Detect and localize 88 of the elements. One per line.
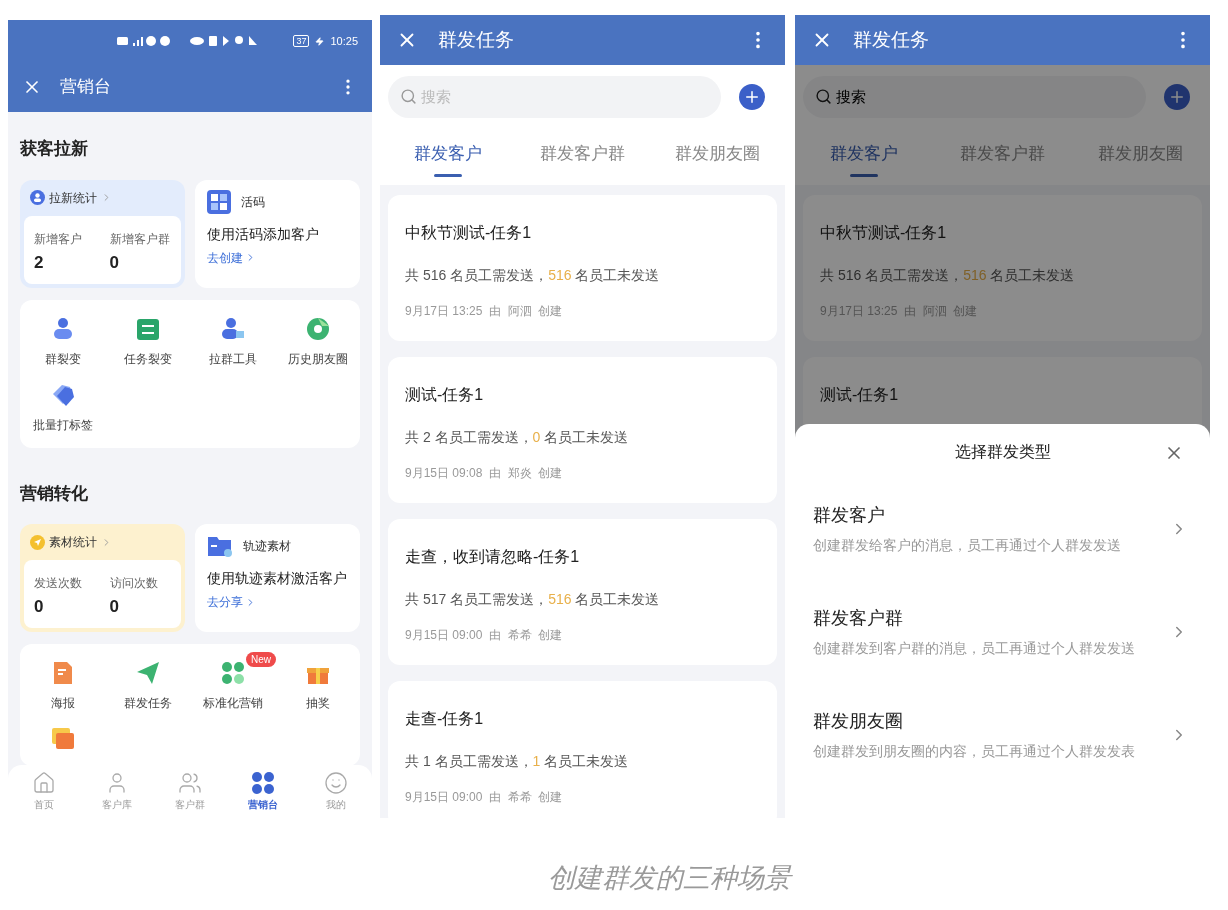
status-time: 10:25 [330,33,358,49]
stat-label: 新增客户 [34,230,83,248]
task-summary: 共 516 名员工需发送，516 名员工未发送 [405,266,660,285]
feature-headline: 使用活码添加客户 [207,224,320,244]
task-title: 走查-任务1 [405,709,484,729]
task-meta: 9月15日 09:00 由 希希 创建 [405,789,563,806]
tool-item[interactable]: 任务裂变 [123,315,172,368]
task-title: 测试-任务1 [405,385,484,405]
task-summary: 共 517 名员工需发送，516 名员工未发送 [405,590,660,609]
task-summary: 共 1 名员工需发送，1 名员工未发送 [405,752,629,771]
stat-value: 0 [109,251,120,274]
tab[interactable]: 群发客户 [380,128,515,179]
screen-title: 群发任务 [438,27,514,52]
qr-code-icon [207,189,231,214]
card-title[interactable]: 素材统计 [49,533,97,551]
feature-card[interactable]: 活码 使用活码添加客户 去创建 [195,179,360,288]
tool-item[interactable]: 群裂变 [44,315,81,368]
screen-title: 营销台 [60,76,111,99]
sheet-title: 选择群发类型 [954,442,1051,462]
tool-item[interactable]: 批量打标签 [32,381,93,434]
sheet-option[interactable]: 群发客户 创建群发给客户的消息，员工再通过个人群发发送 [795,477,1210,580]
feature-name: 活码 [241,193,265,211]
task-title: 中秋节测试-任务1 [405,223,532,243]
search-field[interactable]: 搜索 [803,75,1146,118]
tool-item[interactable]: 群发任务 [123,660,172,712]
caption: 创建群发的三种场景 [547,862,791,895]
search-field[interactable]: 搜索 [388,75,721,118]
section-title: 获客拉新 [20,138,88,160]
task-meta: 9月15日 09:08 由 郑炎 创建 [405,465,563,482]
search-icon [815,88,832,105]
person-icon [30,190,45,205]
person-tag-icon [219,315,246,342]
feature-name: 轨迹素材 [243,538,291,555]
option-title: 群发客户群 [813,606,903,630]
four-petal-icon [250,771,275,795]
tab[interactable]: 群发客户群 [515,128,650,179]
tab[interactable]: 群发客户 [795,128,934,179]
battery-indicator: 37 [293,35,310,47]
tool-item[interactable]: 海报 [49,660,76,712]
task-summary: 共 2 名员工需发送，0 名员工未发送 [405,428,629,447]
task-card[interactable]: 测试-任务1 共 2 名员工需发送，0 名员工未发送 9月15日 09:08 由 郑炎 创建 [388,357,777,503]
stat-label: 新增客户群 [109,230,171,248]
tool-item[interactable]: 历史朋友圈 [287,315,348,368]
stat-label: 访问次数 [109,575,159,592]
folder-icon [207,534,233,558]
stat-value: 2 [34,251,45,274]
smile-icon [323,771,348,795]
tab[interactable]: 群发朋友圈 [650,128,785,179]
nav-tab[interactable]: 营销台 [226,771,300,812]
sheet-option[interactable]: 群发朋友圈 创建群发到朋友圈的内容，员工再通过个人群发发表 [795,683,1210,786]
task-card[interactable]: 走查，收到请忽略-任务1 共 517 名员工需发送，516 名员工未发送 9月15日 09:00 由 希希 创建 [388,519,777,665]
pictures-icon [49,726,76,752]
task-card[interactable]: 中秋节测试-任务1 共 516 名员工需发送，516 名员工未发送 9月17日 13:25 由 阿泗 创建 [388,195,777,341]
home-icon [32,771,57,795]
screen-title: 群发任务 [853,27,929,52]
stat-value: 0 [34,596,45,618]
section-title: 营销转化 [20,482,88,505]
clover-icon [219,660,246,686]
people-icon [178,771,202,795]
send-icon [30,534,45,550]
task-summary: 共 516 名员工需发送，516 名员工未发送 [820,266,1075,285]
sheet-option[interactable]: 群发客户群 创建群发到客户群的消息，员工再通过个人群发发送 [795,580,1210,683]
charging-icon [315,36,325,46]
tool-item[interactable]: 拉群工具 [208,315,257,368]
stat-value: 0 [109,596,120,618]
feature-card[interactable]: 轨迹素材 使用轨迹素材激活客户 去分享 [195,524,360,632]
task-card[interactable]: 走查-任务1 共 1 名员工需发送，1 名员工未发送 9月15日 09:00 由 希希 创建 [388,681,777,818]
task-meta: 9月17日 13:25 由 阿泗 创建 [405,303,563,320]
option-title: 群发朋友圈 [813,709,903,733]
chevron-icon [245,252,256,263]
add-button[interactable] [1164,83,1190,110]
stat-label: 发送次数 [34,575,83,592]
add-button[interactable] [739,83,765,110]
option-description: 创建群发给客户的消息，员工再通过个人群发发送 [813,535,1121,555]
option-description: 创建群发到客户群的消息，员工再通过个人群发发送 [813,638,1135,658]
feature-headline: 使用轨迹素材激活客户 [207,569,348,588]
tool-item[interactable]: 抽奖 [304,660,331,712]
option-title: 群发客户 [813,503,885,527]
task-title: 测试-任务1 [820,385,899,405]
task-title: 中秋节测试-任务1 [820,223,947,243]
task-title: 走查，收到请忽略-任务1 [405,547,580,567]
feature-link[interactable]: 去分享 [207,593,256,611]
card-title[interactable]: 拉新统计 [49,188,97,207]
feature-link[interactable]: 去创建 [207,248,256,267]
new-badge: New [246,652,276,667]
option-description: 创建群发到朋友圈的内容，员工再通过个人群发发表 [813,741,1135,761]
task-meta: 9月15日 09:00 由 希希 创建 [405,627,563,644]
search-icon [400,88,417,105]
